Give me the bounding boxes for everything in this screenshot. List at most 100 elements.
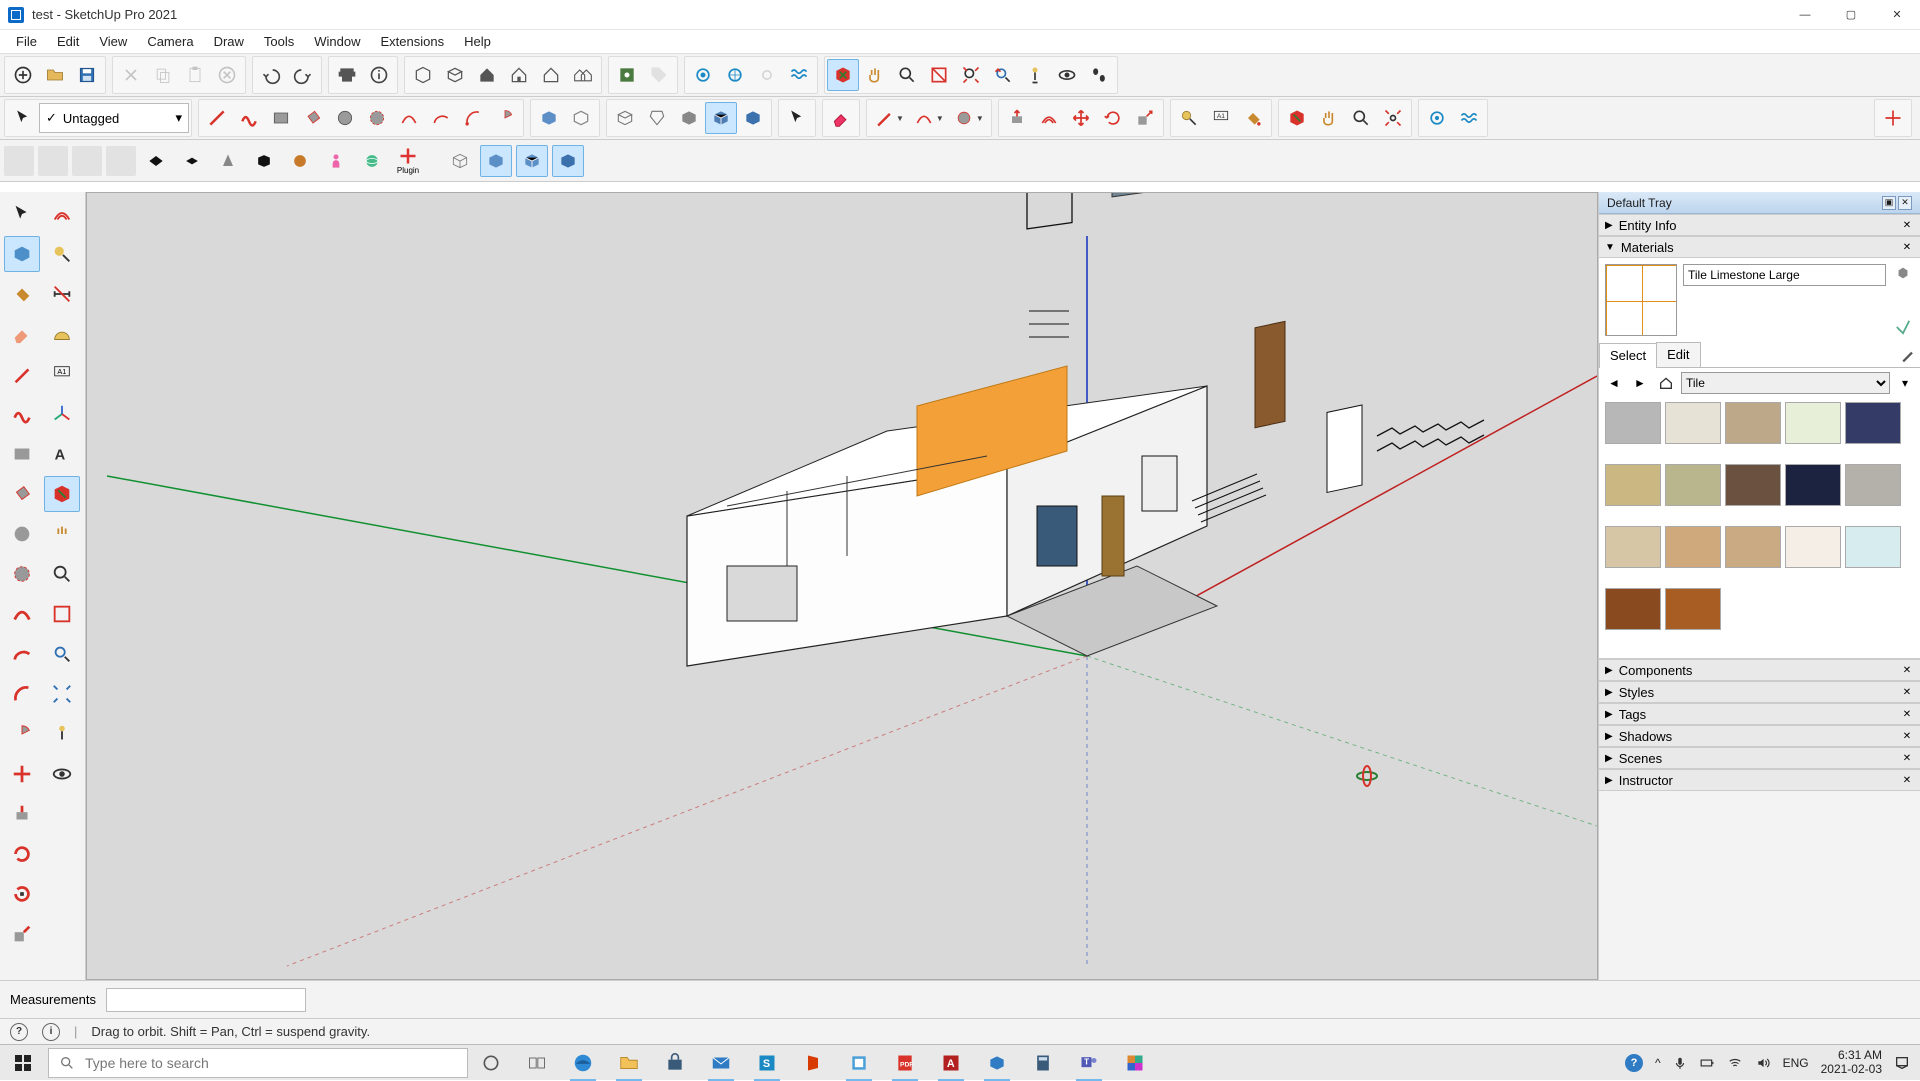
pan-button[interactable]	[859, 59, 891, 91]
zoom-tool-2[interactable]	[1345, 102, 1377, 134]
lt-pan[interactable]	[44, 516, 80, 552]
close-icon[interactable]: ✕	[1900, 751, 1914, 765]
3d-viewport[interactable]	[86, 192, 1598, 980]
polygon-tool[interactable]	[361, 102, 393, 134]
swatch-15[interactable]	[1605, 588, 1661, 630]
task-photos[interactable]	[1112, 1045, 1158, 1081]
panel-materials[interactable]: ▼Materials✕	[1599, 236, 1920, 258]
lt-scale[interactable]	[4, 916, 40, 952]
sample-material-button[interactable]	[1896, 342, 1920, 367]
iso-view-3[interactable]	[673, 102, 705, 134]
swatch-5[interactable]	[1605, 464, 1661, 506]
extra-move-icon[interactable]	[1877, 102, 1909, 134]
panel-styles[interactable]: ▶Styles✕	[1599, 681, 1920, 703]
lt-offset[interactable]	[44, 196, 80, 232]
window-minimize-button[interactable]: —	[1782, 0, 1828, 30]
task-explorer[interactable]	[606, 1045, 652, 1081]
shaded-cube-2[interactable]	[516, 145, 548, 177]
swatch-3[interactable]	[1785, 402, 1841, 444]
wireframe-cube-icon[interactable]	[444, 145, 476, 177]
lt-zoom-extents[interactable]	[44, 676, 80, 712]
make-group-button[interactable]	[439, 59, 471, 91]
freehand-tool[interactable]	[233, 102, 265, 134]
lt-text[interactable]: A1	[44, 356, 80, 392]
task-office[interactable]	[790, 1045, 836, 1081]
tray-language[interactable]: ENG	[1783, 1056, 1809, 1070]
current-material-swatch[interactable]	[1605, 264, 1677, 336]
tray-battery-icon[interactable]	[1699, 1056, 1715, 1070]
tab-select[interactable]: Select	[1599, 343, 1657, 368]
panel-scenes[interactable]: ▶Scenes✕	[1599, 747, 1920, 769]
undo-button[interactable]	[255, 59, 287, 91]
paste-button[interactable]	[179, 59, 211, 91]
window-maximize-button[interactable]: ▢	[1828, 0, 1874, 30]
lt-look[interactable]	[44, 756, 80, 792]
close-icon[interactable]: ✕	[1900, 707, 1914, 721]
lt-axes[interactable]	[44, 396, 80, 432]
cut-button[interactable]	[115, 59, 147, 91]
open-file-button[interactable]	[39, 59, 71, 91]
paint-bucket-tool[interactable]	[1237, 102, 1269, 134]
zoom-extents-tool-2[interactable]	[1377, 102, 1409, 134]
solid-cube-icon[interactable]	[533, 102, 565, 134]
task-sketchup[interactable]	[974, 1045, 1020, 1081]
menu-view[interactable]: View	[89, 32, 137, 51]
plugin-button[interactable]: Plugin	[392, 146, 424, 175]
lt-pushpull[interactable]	[4, 796, 40, 832]
zoom-extents-button[interactable]	[955, 59, 987, 91]
geo-location-button[interactable]	[611, 59, 643, 91]
swatch-2[interactable]	[1725, 402, 1781, 444]
panel-tags[interactable]: ▶Tags✕	[1599, 703, 1920, 725]
arc3-tool[interactable]	[457, 102, 489, 134]
orbit-tool-2[interactable]	[1281, 102, 1313, 134]
line-tool[interactable]	[201, 102, 233, 134]
swatch-9[interactable]	[1845, 464, 1901, 506]
extension-gear-1[interactable]	[687, 59, 719, 91]
pan-tool-2[interactable]	[1313, 102, 1345, 134]
panel-instructor[interactable]: ▶Instructor✕	[1599, 769, 1920, 791]
extension-link-icon[interactable]	[751, 59, 783, 91]
task-app-s[interactable]: S	[744, 1045, 790, 1081]
lt-rotate[interactable]	[4, 836, 40, 872]
close-icon[interactable]: ✕	[1900, 685, 1914, 699]
tray-mic-icon[interactable]	[1673, 1056, 1687, 1070]
select-arrow-button[interactable]	[7, 102, 39, 134]
close-icon[interactable]: ✕	[1900, 218, 1914, 232]
material-name-input[interactable]	[1683, 264, 1886, 286]
new-file-button[interactable]	[7, 59, 39, 91]
sphere-icon[interactable]	[284, 145, 316, 177]
menu-extensions[interactable]: Extensions	[371, 32, 455, 51]
nav-back-button[interactable]: ◄	[1603, 372, 1625, 394]
house-outline-icon[interactable]	[503, 59, 535, 91]
lt-pie[interactable]	[4, 716, 40, 752]
taskbar-search[interactable]: Type here to search	[48, 1048, 468, 1078]
task-mail[interactable]	[698, 1045, 744, 1081]
swatch-6[interactable]	[1665, 464, 1721, 506]
tag-selector[interactable]: ✓ Untagged ▾	[39, 103, 189, 133]
text-tool[interactable]: A1	[1205, 102, 1237, 134]
swatch-0[interactable]	[1605, 402, 1661, 444]
tape-measure-tool[interactable]	[1173, 102, 1205, 134]
lt-camera-pos[interactable]	[44, 716, 80, 752]
zoom-button[interactable]	[891, 59, 923, 91]
tray-clock[interactable]: 6:31 AM 2021-02-03	[1821, 1049, 1882, 1077]
solid-cube-outline-icon[interactable]	[565, 102, 597, 134]
panel-entity-info[interactable]: ▶Entity Info✕	[1599, 214, 1920, 236]
lt-protractor[interactable]	[44, 316, 80, 352]
tray-chevron-up-icon[interactable]: ^	[1655, 1056, 1661, 1070]
lt-paint[interactable]	[4, 276, 40, 312]
swatch-16[interactable]	[1665, 588, 1721, 630]
lt-zoom-prev[interactable]	[44, 636, 80, 672]
look-around-button[interactable]	[1051, 59, 1083, 91]
material-collection-select[interactable]: Tile	[1681, 372, 1890, 394]
eraser-tool-2[interactable]	[825, 102, 857, 134]
orbit-button[interactable]	[827, 59, 859, 91]
solid-black-diamond-2[interactable]	[176, 145, 208, 177]
position-camera-button[interactable]	[1019, 59, 1051, 91]
lt-eraser[interactable]	[4, 316, 40, 352]
globe-icon[interactable]	[356, 145, 388, 177]
scale-tool[interactable]	[1129, 102, 1161, 134]
task-pdf[interactable]: PDF	[882, 1045, 928, 1081]
tray-wifi-icon[interactable]	[1727, 1056, 1743, 1070]
menu-edit[interactable]: Edit	[47, 32, 89, 51]
